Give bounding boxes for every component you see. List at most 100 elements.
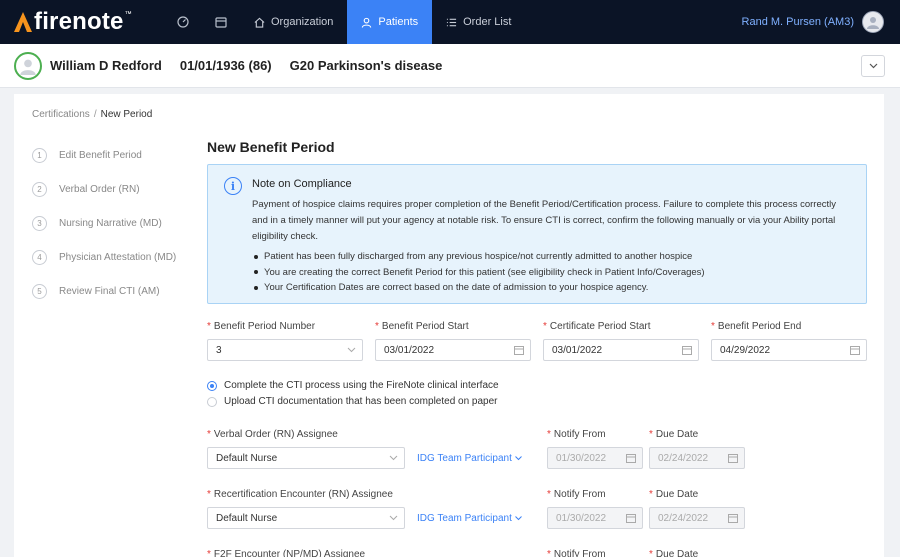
- benefit-period-number-label: * Benefit Period Number: [207, 321, 316, 332]
- calendar-icon: [215, 17, 227, 28]
- verbal-order-assignee-label: * Verbal Order (RN) Assignee: [207, 429, 338, 440]
- person-silhouette-icon: [867, 17, 879, 29]
- cti-option-clinical-interface[interactable]: Complete the CTI process using the FireN…: [207, 380, 499, 391]
- notice-bullet-text: Your Certification Dates are correct bas…: [264, 282, 649, 293]
- chevron-down-icon: [869, 63, 877, 69]
- notice-bullet-text: You are creating the correct Benefit Per…: [264, 266, 705, 278]
- notice-bullet: Patient has been fully discharged from a…: [252, 249, 852, 265]
- benefit-period-start-label: * Benefit Period Start: [375, 321, 469, 332]
- person-silhouette-icon: [20, 59, 36, 75]
- patient-name: William D Redford: [50, 58, 162, 73]
- recert-encounter-assignee-label: * Recertification Encounter (RN) Assignee: [207, 489, 393, 500]
- nav-tab-order-list[interactable]: Order List: [432, 0, 525, 44]
- step-number: 4: [32, 249, 47, 265]
- idg-team-participant-link[interactable]: IDG Team Participant: [417, 513, 522, 524]
- patient-header: William D Redford 01/01/1936 (86) G20 Pa…: [0, 44, 900, 88]
- calendar-icon: [626, 514, 636, 523]
- calendar-icon: [728, 454, 738, 463]
- step-number: 2: [32, 181, 47, 197]
- radio-unselected[interactable]: [207, 396, 217, 407]
- step-label: Review Final CTI (AM): [59, 285, 160, 297]
- step-edit-benefit-period[interactable]: 1 Edit Benefit Period: [32, 138, 176, 172]
- nav-tab-organization[interactable]: Organization: [240, 0, 347, 44]
- calendar-icon: [850, 346, 860, 355]
- firenote-logo[interactable]: firenote ™: [14, 8, 164, 36]
- notice-bullet-text: Patient has been fully discharged from a…: [264, 251, 693, 262]
- benefit-period-number-select[interactable]: 3: [207, 339, 363, 361]
- step-review-final-cti[interactable]: 5 Review Final CTI (AM): [32, 274, 176, 308]
- step-number: 5: [32, 283, 47, 299]
- step-nursing-narrative[interactable]: 3 Nursing Narrative (MD): [32, 206, 176, 240]
- flame-logo-icon: [14, 12, 32, 32]
- verbal-order-notify-input: 01/30/2022: [547, 447, 643, 469]
- certificate-period-start-label: * Certificate Period Start: [543, 321, 651, 332]
- verbal-order-notify-label: * Notify From: [547, 429, 606, 440]
- benefit-period-end-input[interactable]: 04/29/2022: [711, 339, 867, 361]
- notice-body: Payment of hospice claims requires prope…: [252, 199, 836, 242]
- notice-bullet: You are creating the correct Benefit Per…: [252, 265, 852, 281]
- step-label: Nursing Narrative (MD): [59, 217, 162, 229]
- calendar-icon: [682, 346, 692, 355]
- list-icon: [447, 18, 457, 26]
- user-name[interactable]: Rand M. Pursen (AM3): [742, 16, 854, 28]
- user-avatar[interactable]: [862, 11, 884, 33]
- verbal-order-assignee-select[interactable]: Default Nurse: [207, 447, 405, 469]
- chevron-down-icon: [515, 516, 522, 521]
- compliance-notice: i Note on Compliance Payment of hospice …: [207, 164, 867, 304]
- notice-bullets: Patient has been fully discharged from a…: [252, 249, 852, 296]
- calendar-button[interactable]: [202, 0, 240, 44]
- f2f-encounter-notify-label: * Notify From: [547, 549, 606, 557]
- nav-tab-patients[interactable]: Patients: [347, 0, 433, 44]
- breadcrumb: Certifications / New Period: [32, 109, 152, 120]
- recert-encounter-notify-label: * Notify From: [547, 489, 606, 500]
- home-icon: [254, 17, 265, 28]
- radio-selected[interactable]: [207, 380, 217, 391]
- recert-encounter-due-input: 02/24/2022: [649, 507, 745, 529]
- calendar-icon: [626, 454, 636, 463]
- bullet-dot-icon: [254, 270, 258, 275]
- chevron-down-icon: [347, 347, 356, 353]
- breadcrumb-separator: /: [93, 109, 97, 120]
- page-title: New Benefit Period: [207, 139, 335, 155]
- f2f-encounter-assignee-label: * F2F Encounter (NP/MD) Assignee: [207, 549, 366, 557]
- notice-bullet: Your Certification Dates are correct bas…: [252, 280, 852, 296]
- cti-option-upload-paper[interactable]: Upload CTI documentation that has been c…: [207, 396, 498, 407]
- step-label: Edit Benefit Period: [59, 149, 142, 161]
- patient-dob-age: 01/01/1936 (86): [179, 58, 272, 73]
- nav-tab-label: Order List: [463, 16, 512, 28]
- breadcrumb-parent[interactable]: Certifications: [32, 109, 90, 120]
- bullet-dot-icon: [254, 285, 258, 290]
- certificate-period-start-input[interactable]: 03/01/2022: [543, 339, 699, 361]
- recert-encounter-assignee-select[interactable]: Default Nurse: [207, 507, 405, 529]
- step-number: 3: [32, 215, 47, 231]
- f2f-encounter-due-label: * Due Date: [649, 549, 699, 557]
- step-list: 1 Edit Benefit Period 2 Verbal Order (RN…: [32, 138, 176, 308]
- benefit-period-end-label: * Benefit Period End: [711, 321, 802, 332]
- notice-title: Note on Compliance: [252, 178, 352, 190]
- gauge-icon: [177, 16, 189, 28]
- logo-trademark: ™: [124, 10, 132, 18]
- chevron-down-icon: [389, 515, 398, 521]
- bullet-dot-icon: [254, 254, 258, 259]
- dashboard-button[interactable]: [164, 0, 202, 44]
- chevron-down-icon: [389, 455, 398, 461]
- content-card: Certifications / New Period 1 Edit Benefit…: [14, 94, 884, 557]
- verbal-order-due-input: 02/24/2022: [649, 447, 745, 469]
- logo-text: firenote: [34, 8, 124, 35]
- recert-encounter-notify-input: 01/30/2022: [547, 507, 643, 529]
- step-label: Verbal Order (RN): [59, 183, 140, 195]
- recert-encounter-due-label: * Due Date: [649, 489, 699, 500]
- verbal-order-due-label: * Due Date: [649, 429, 699, 440]
- step-physician-attestation[interactable]: 4 Physician Attestation (MD): [32, 240, 176, 274]
- idg-team-participant-link[interactable]: IDG Team Participant: [417, 453, 522, 464]
- step-label: Physician Attestation (MD): [59, 251, 177, 263]
- step-verbal-order[interactable]: 2 Verbal Order (RN): [32, 172, 176, 206]
- chevron-down-icon: [515, 456, 522, 461]
- patient-expand-button[interactable]: [861, 55, 885, 77]
- benefit-period-start-input[interactable]: 03/01/2022: [375, 339, 531, 361]
- step-number: 1: [32, 147, 47, 163]
- breadcrumb-current: New Period: [100, 109, 153, 120]
- calendar-icon: [514, 346, 524, 355]
- user-icon: [362, 17, 372, 28]
- info-icon: i: [224, 177, 242, 195]
